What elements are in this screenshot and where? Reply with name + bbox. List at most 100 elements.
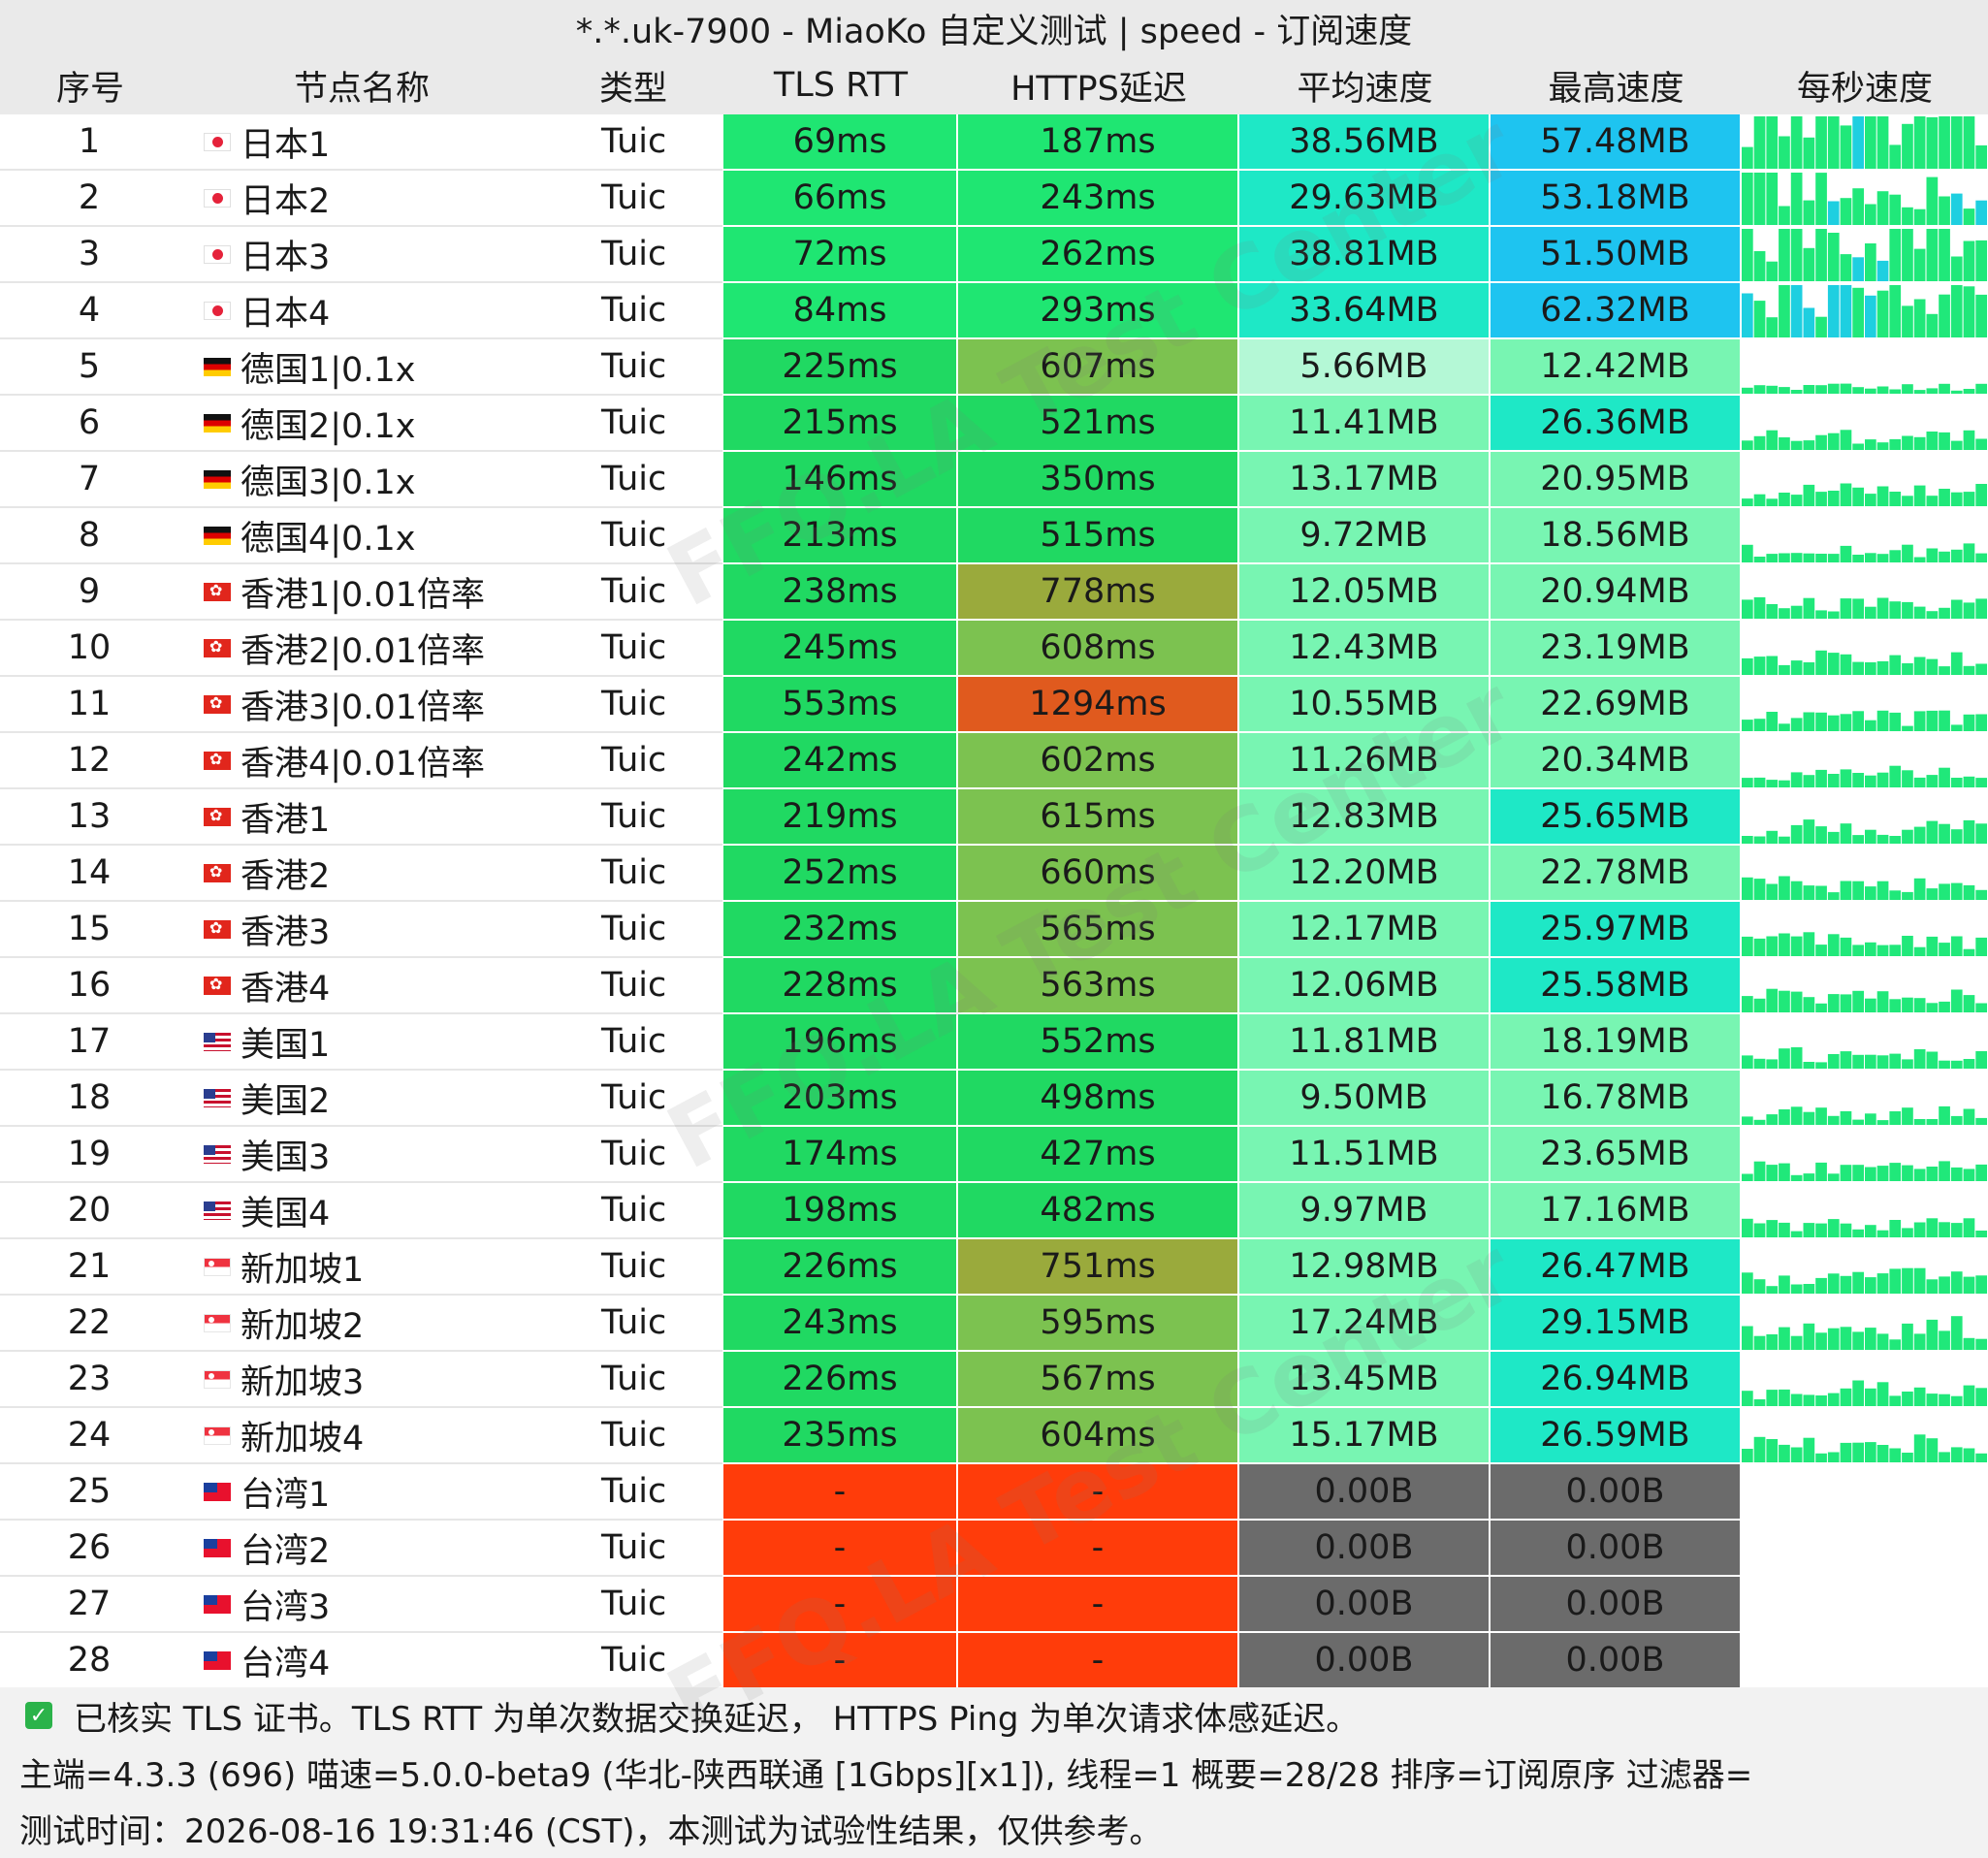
flag-hk-icon [204, 860, 231, 883]
speed-sample-bar [1790, 881, 1803, 900]
cell-max-speed: 26.94MB [1491, 1352, 1742, 1406]
table-row[interactable]: 12 香港4|0.01倍率 Tuic242ms602ms11.26MB20.34MB [0, 733, 1988, 789]
cell-max-speed: 20.95MB [1491, 452, 1742, 506]
speed-sample-bar [1827, 285, 1840, 337]
table-row[interactable]: 11 香港3|0.01倍率 Tuic553ms1294ms10.55MB22.69M… [0, 677, 1988, 733]
speed-sample-bar [1963, 543, 1975, 562]
speed-sample-bar [1889, 550, 1902, 562]
speed-sample-bar [1939, 710, 1950, 731]
table-row[interactable]: 4 日本4 Tuic 84ms 293ms 33.64MB 62.32MB [0, 283, 1988, 339]
cell-max-speed: 25.65MB [1491, 789, 1742, 844]
speed-sample-bar [1766, 988, 1779, 1012]
per-second-speed-sparkline [1742, 1239, 1988, 1294]
table-row[interactable]: 25 台湾1 Tuic - -0.00B 0.00B [0, 1464, 1988, 1521]
table-row[interactable]: 26 台湾2 Tuic - -0.00B 0.00B [0, 1521, 1988, 1577]
per-second-speed-sparkline [1742, 564, 1988, 619]
speed-sample-bar [1939, 1161, 1950, 1181]
cell-type: Tuic [543, 1127, 723, 1181]
table-row[interactable]: 17 美国1 Tuic 196ms 552ms 11.81MB 18.19MB [0, 1014, 1988, 1071]
speed-sample-bar [1865, 829, 1876, 844]
table-row[interactable]: 10 香港2|0.01倍率 Tuic245ms608ms12.43MB23.19MB [0, 621, 1988, 677]
speed-sample-bar [1815, 650, 1827, 675]
speed-sample-bar [1753, 998, 1766, 1012]
flag-sg-icon [204, 1369, 231, 1389]
speed-sample-bar [1742, 293, 1753, 337]
speed-sample-bar [1889, 765, 1902, 787]
speed-sample-bar [1913, 1119, 1926, 1125]
node-name-label: 美国4 [240, 1194, 331, 1233]
speed-sample-bar [1790, 390, 1803, 394]
cell-tls-rtt: 235ms [723, 1408, 958, 1462]
speed-sample-bar [1913, 826, 1926, 844]
speed-sample-bar [1889, 836, 1902, 844]
header-max-speed[interactable]: 最高速度 [1491, 56, 1742, 114]
table-row[interactable]: 2 日本2 Tuic 66ms 243ms 29.63MB 53.18MB [0, 171, 1988, 227]
speed-sample-bar [1865, 775, 1876, 787]
speed-sample-bar [1950, 778, 1963, 787]
header-avg-speed[interactable]: 平均速度 [1239, 56, 1491, 114]
cell-https-delay: 515ms [958, 508, 1239, 562]
header-index[interactable]: 序号 [0, 56, 180, 114]
speed-sample-bar [1950, 882, 1963, 900]
speed-sample-bar [1902, 891, 1913, 900]
speed-sample-bar [1876, 1382, 1889, 1406]
speed-sample-bar [1926, 820, 1939, 844]
window-title: *.*.uk-7900 - MiaoKo 自定义测试 | speed - 订阅速… [575, 12, 1413, 51]
table-row[interactable]: 13 香港1 Tuic219ms615ms12.83MB25.65MB [0, 789, 1988, 846]
node-name-label: 香港4|0.01倍率 [240, 744, 485, 784]
node-name-label: 新加坡1 [240, 1250, 365, 1290]
flag-jp-icon [204, 244, 231, 264]
table-row[interactable]: 18 美国2 Tuic 203ms 498ms 9.50MB 16.78MB [0, 1071, 1988, 1127]
table-row[interactable]: 23 新加坡3 Tuic 226ms 567ms 13.45MB 26.94MB [0, 1352, 1988, 1408]
table-row[interactable]: 16 香港4 Tuic228ms563ms12.06MB25.58MB [0, 958, 1988, 1014]
header-node-name[interactable]: 节点名称 [180, 56, 543, 114]
speed-sample-bar [1790, 285, 1803, 337]
cell-avg-speed: 38.56MB [1239, 114, 1491, 169]
speed-sample-bar [1852, 443, 1864, 450]
cell-https-delay: - [958, 1633, 1239, 1687]
cell-https-delay: 350ms [958, 452, 1239, 506]
flag-hk-icon [204, 748, 231, 771]
speed-sample-bar [1753, 1436, 1766, 1462]
per-second-speed-sparkline [1742, 283, 1988, 337]
table-row[interactable]: 5 德国1|0.1x Tuic 225ms 607ms 5.66MB 12.42MB [0, 339, 1988, 396]
node-name-label: 香港4 [240, 969, 331, 1009]
table-row[interactable]: 8 德国4|0.1x Tuic 213ms 515ms 9.72MB 18.56MB [0, 508, 1988, 564]
speed-sample-bar [1815, 385, 1827, 394]
speed-sample-bar [1753, 777, 1766, 787]
table-row[interactable]: 14 香港2 Tuic252ms660ms12.20MB22.78MB [0, 846, 1988, 902]
flag-de-icon [204, 526, 231, 545]
cell-avg-speed: 13.45MB [1239, 1352, 1491, 1406]
speed-sample-bar [1766, 830, 1779, 844]
speed-sample-bar [1950, 256, 1963, 281]
table-row[interactable]: 6 德国2|0.1x Tuic 215ms 521ms 11.41MB 26.36MB [0, 396, 1988, 452]
speed-sample-bar [1975, 663, 1987, 675]
table-row[interactable]: 24 新加坡4 Tuic 235ms 604ms 15.17MB 26.59MB [0, 1408, 1988, 1464]
table-row[interactable]: 28 台湾4 Tuic - -0.00B 0.00B [0, 1633, 1988, 1689]
header-tls-rtt[interactable]: TLS RTT [723, 56, 958, 114]
speed-sample-bar [1766, 1439, 1779, 1462]
speed-sample-bar [1913, 1222, 1926, 1237]
speed-sample-bar [1852, 711, 1864, 731]
table-row[interactable]: 27 台湾3 Tuic - -0.00B 0.00B [0, 1577, 1988, 1633]
speed-sample-bar [1779, 836, 1790, 844]
table-row[interactable]: 7 德国3|0.1x Tuic 146ms 350ms 13.17MB 20.95MB [0, 452, 1988, 508]
header-https-delay[interactable]: HTTPS延迟 [958, 56, 1239, 114]
header-type[interactable]: 类型 [543, 56, 723, 114]
table-row[interactable]: 19 美国3 Tuic 174ms 427ms 11.51MB 23.65MB [0, 1127, 1988, 1183]
cell-type: Tuic [543, 621, 723, 675]
table-row[interactable]: 21 新加坡1 Tuic 226ms 751ms 12.98MB 26.47MB [0, 1239, 1988, 1296]
table-row[interactable]: 22 新加坡2 Tuic 243ms 595ms 17.24MB 29.15MB [0, 1296, 1988, 1352]
table-row[interactable]: 20 美国4 Tuic 198ms 482ms 9.97MB 17.16MB [0, 1183, 1988, 1239]
cell-node-name: 德国4|0.1x [194, 508, 543, 562]
table-row[interactable]: 9 香港1|0.01倍率 Tuic238ms778ms12.05MB20.94MB [0, 564, 1988, 621]
cell-index: 11 [0, 677, 180, 731]
table-row[interactable]: 3 日本3 Tuic 72ms 262ms 38.81MB 51.50MB [0, 227, 1988, 283]
speed-sample-bar [1790, 1335, 1803, 1350]
speed-sample-bar [1913, 557, 1926, 562]
table-row[interactable]: 15 香港3 Tuic232ms565ms12.17MB25.97MB [0, 902, 1988, 958]
speed-sample-bar [1913, 711, 1926, 731]
table-row[interactable]: 1 日本1 Tuic 69ms 187ms 38.56MB 57.48MB [0, 114, 1988, 171]
cell-type: Tuic [543, 339, 723, 394]
header-per-second-speed[interactable]: 每秒速度 [1742, 56, 1988, 114]
